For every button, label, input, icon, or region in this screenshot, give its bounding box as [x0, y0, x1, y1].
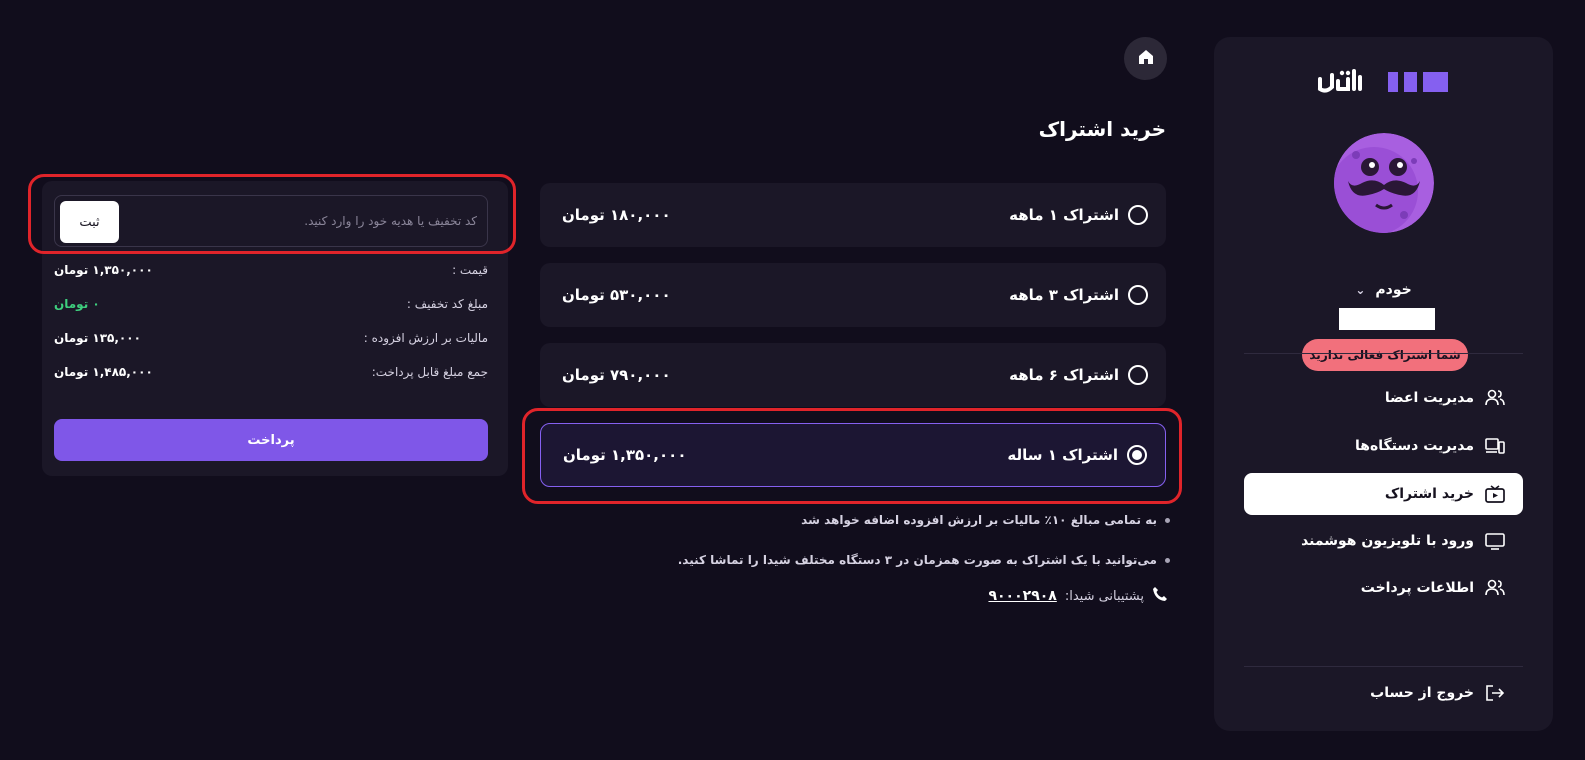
plan-radio[interactable]	[1128, 285, 1148, 305]
profile-id-redacted	[1339, 308, 1435, 330]
coupon-input[interactable]	[125, 204, 477, 238]
coupon-submit-button[interactable]: ثبت	[60, 201, 119, 243]
sidebar-item-label: مدیریت اعضا	[1384, 390, 1474, 406]
sidebar-item-label: خرید اشتراک	[1384, 486, 1474, 502]
sidebar-item-buy-subscription[interactable]: خرید اشتراک	[1244, 473, 1523, 515]
sidebar-item-devices[interactable]: مدیریت دستگاه‌ها	[1244, 425, 1523, 467]
divider	[1244, 353, 1523, 354]
plan-price: ۱۸۰,۰۰۰ تومان	[562, 206, 671, 224]
support-contact: پشتیبانی شیدا: ۹۰۰۰۲۹۰۸	[900, 586, 1168, 606]
plan-option-1-month[interactable]: ۱۸۰,۰۰۰ تومان اشتراک ۱ ماهه	[540, 183, 1166, 247]
divider	[1244, 666, 1523, 667]
profile-menu[interactable]: خودم ⌄	[1214, 280, 1553, 300]
payment-summary-card: ثبت ۱,۳۵۰,۰۰۰ تومان قیمت : ۰ تومان مبلغ …	[42, 181, 508, 476]
total-label: جمع مبلغ قابل پرداخت:	[371, 365, 488, 379]
sidebar: خودم ⌄ شما اشتراک فعالی ندارید مدیریت اع…	[1214, 37, 1553, 731]
play-box-icon	[1484, 483, 1506, 505]
support-label: پشتیبانی شیدا:	[1064, 588, 1144, 604]
plan-option-6-month[interactable]: ۷۹۰,۰۰۰ تومان اشتراک ۶ ماهه	[540, 343, 1166, 407]
vat-row: ۱۳۵,۰۰۰ تومان مالیات بر ارزش افزوده :	[54, 328, 488, 348]
bullet	[1165, 517, 1170, 523]
users-icon	[1484, 387, 1506, 409]
sidebar-item-label: اطلاعات پرداخت	[1360, 580, 1474, 596]
bullet	[1165, 557, 1170, 563]
discount-label: مبلغ کد تخفیف :	[406, 297, 488, 311]
sidebar-item-payment-info[interactable]: اطلاعات پرداخت	[1244, 567, 1523, 609]
sidebar-item-members[interactable]: مدیریت اعضا	[1244, 377, 1523, 419]
page-title: خرید اشتراک	[1038, 117, 1166, 141]
plan-option-1-year[interactable]: ۱,۳۵۰,۰۰۰ تومان اشتراک ۱ ساله	[540, 423, 1166, 487]
note-text: به تمامی مبالغ ۱۰٪ مالیات بر ارزش افزوده…	[801, 513, 1157, 527]
logout-label: خروج از حساب	[1370, 685, 1474, 701]
plan-radio[interactable]	[1128, 365, 1148, 385]
note-text: می‌توانید با یک اشتراک به صورت همزمان در…	[677, 553, 1157, 567]
plan-radio-selected[interactable]	[1127, 445, 1147, 465]
logout-icon	[1484, 682, 1506, 704]
plan-radio[interactable]	[1128, 205, 1148, 225]
coupon-field: ثبت	[54, 195, 488, 247]
discount-value: ۰ تومان	[54, 297, 100, 311]
plan-name: اشتراک ۱ ساله	[1007, 446, 1118, 464]
devices-icon	[1484, 435, 1506, 457]
home-button[interactable]	[1124, 37, 1167, 80]
plan-name: اشتراک ۱ ماهه	[1009, 206, 1119, 224]
vat-value: ۱۳۵,۰۰۰ تومان	[54, 331, 141, 345]
plan-option-3-month[interactable]: ۵۳۰,۰۰۰ تومان اشتراک ۳ ماهه	[540, 263, 1166, 327]
logout-button[interactable]: خروج از حساب	[1244, 672, 1523, 714]
price-row: ۱,۳۵۰,۰۰۰ تومان قیمت :	[54, 260, 488, 280]
status-badge: شما اشتراک فعالی ندارید	[1302, 339, 1468, 371]
discount-row: ۰ تومان مبلغ کد تخفیف :	[54, 294, 488, 314]
total-row: ۱,۴۸۵,۰۰۰ تومان جمع مبلغ قابل پرداخت:	[54, 362, 488, 382]
price-value: ۱,۳۵۰,۰۰۰ تومان	[54, 263, 153, 277]
plan-price: ۷۹۰,۰۰۰ تومان	[562, 366, 671, 384]
users-icon	[1484, 577, 1506, 599]
sidebar-item-label: مدیریت دستگاه‌ها	[1355, 438, 1474, 454]
sidebar-item-smart-tv[interactable]: ورود با تلویزیون هوشمند	[1244, 520, 1523, 562]
vat-label: مالیات بر ارزش افزوده :	[363, 331, 488, 345]
avatar[interactable]	[1334, 133, 1434, 233]
total-value: ۱,۴۸۵,۰۰۰ تومان	[54, 365, 153, 379]
support-phone-link[interactable]: ۹۰۰۰۲۹۰۸	[988, 588, 1056, 604]
sidebar-item-label: ورود با تلویزیون هوشمند	[1301, 533, 1474, 549]
chevron-down-icon: ⌄	[1355, 283, 1366, 297]
plan-name: اشتراک ۳ ماهه	[1009, 286, 1119, 304]
plan-name: اشتراک ۶ ماهه	[1009, 366, 1119, 384]
list-item: می‌توانید با یک اشتراک به صورت همزمان در…	[640, 550, 1170, 570]
pay-button[interactable]: پرداخت	[54, 419, 488, 461]
plan-price: ۱,۳۵۰,۰۰۰ تومان	[563, 446, 687, 464]
price-label: قیمت :	[452, 263, 488, 277]
notes-list: به تمامی مبالغ ۱۰٪ مالیات بر ارزش افزوده…	[640, 510, 1170, 590]
home-icon	[1137, 48, 1155, 70]
shida-logo[interactable]	[1314, 67, 1450, 97]
plan-price: ۵۳۰,۰۰۰ تومان	[562, 286, 671, 304]
profile-name: خودم	[1375, 282, 1412, 298]
tv-icon	[1484, 530, 1506, 552]
list-item: به تمامی مبالغ ۱۰٪ مالیات بر ارزش افزوده…	[640, 510, 1170, 530]
phone-icon	[1152, 586, 1168, 606]
